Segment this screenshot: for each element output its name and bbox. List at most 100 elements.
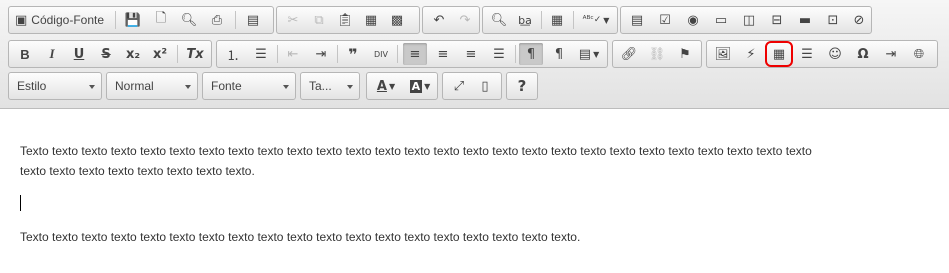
find-button[interactable]: 🔍︎ xyxy=(487,9,511,31)
div-container-icon: DIV xyxy=(374,49,388,59)
spellcheck-button[interactable]: ᴬᴮᶜ✓ ▼ xyxy=(579,9,613,31)
hidden-field-button[interactable]: ⊘ xyxy=(847,9,871,31)
separator xyxy=(515,45,516,63)
font-combo[interactable]: Fonte xyxy=(202,72,296,100)
align-left-button[interactable]: ≡ xyxy=(403,43,427,65)
ltr-button[interactable]: ¶ xyxy=(519,43,543,65)
clipboard-group: ✂ ⧉ 📋︎ ▦ ▩ xyxy=(276,6,420,34)
image-icon: 🖼︎ xyxy=(714,46,732,62)
paste-word-button[interactable]: ▩ xyxy=(385,9,409,31)
language-icon: ▤ xyxy=(578,46,592,62)
replace-button[interactable]: b͟a xyxy=(513,9,537,31)
rtl-icon: ¶ xyxy=(554,46,564,62)
align-right-button[interactable]: ≡ xyxy=(459,43,483,65)
align-center-button[interactable]: ≡ xyxy=(431,43,455,65)
unlink-button[interactable]: ⛓ xyxy=(645,43,669,65)
format-combo-label: Normal xyxy=(115,79,154,93)
document-source-icon: ▣ xyxy=(15,12,28,28)
italic-button[interactable]: I xyxy=(40,43,64,65)
unlink-icon: ⛓ xyxy=(648,46,666,62)
font-size-combo-label: Ta... xyxy=(309,79,332,93)
rtl-button[interactable]: ¶ xyxy=(547,43,571,65)
smiley-button[interactable]: ☺ xyxy=(823,43,847,65)
paste-text-button[interactable]: ▦ xyxy=(359,9,383,31)
textfield-button[interactable]: ▭ xyxy=(709,9,733,31)
subscript-button[interactable]: x₂ xyxy=(121,43,145,65)
paragraph-2: Texto texto texto texto texto texto text… xyxy=(20,230,581,244)
image-button-icon: ⊡ xyxy=(827,12,839,28)
preview-button[interactable]: 🔍︎ xyxy=(177,9,201,31)
blockquote-button[interactable]: ❞ xyxy=(341,43,365,65)
font-size-combo[interactable]: Ta... xyxy=(300,72,360,100)
flash-button[interactable]: ⚡ xyxy=(739,43,763,65)
image-button[interactable]: 🖼︎ xyxy=(711,43,735,65)
show-blocks-button[interactable]: ▯ xyxy=(473,75,497,97)
radio-button[interactable]: ◉ xyxy=(681,9,705,31)
maximize-button[interactable]: ⤢ xyxy=(447,75,471,97)
link-button[interactable]: 🔗︎ xyxy=(617,43,641,65)
underline-button[interactable]: U xyxy=(67,43,91,65)
strike-label: S xyxy=(101,46,111,62)
new-page-icon: 🗋 xyxy=(155,11,167,26)
table-button[interactable]: ▦ xyxy=(765,41,793,67)
image-button-field-button[interactable]: ⊡ xyxy=(821,9,845,31)
text-cursor xyxy=(20,195,21,211)
numbered-list-button[interactable]: ⒈ xyxy=(221,43,245,65)
page-break-button[interactable]: ⇥ xyxy=(879,43,903,65)
omega-icon: Ω xyxy=(857,46,869,62)
copy-button[interactable]: ⧉ xyxy=(307,9,331,31)
links-group: 🔗︎ ⛓ ⚑ xyxy=(612,40,702,68)
editor-toolbar: ▣ Código-Fonte 💾 🗋 🔍︎ ⎙ ▤ ✂ ⧉ 📋︎ ▦ ▩ ↶ ↷… xyxy=(0,0,949,109)
style-combo[interactable]: Estilo xyxy=(8,72,102,100)
text-color-button[interactable]: A ▼ xyxy=(370,75,402,97)
iframe-button[interactable]: 🌐︎ xyxy=(907,43,931,65)
anchor-button[interactable]: ⚑ xyxy=(673,43,697,65)
select-all-button[interactable]: ▦ xyxy=(545,9,569,31)
paste-button[interactable]: 📋︎ xyxy=(333,9,357,31)
save-button[interactable]: 💾 xyxy=(121,9,145,31)
format-combo[interactable]: Normal xyxy=(106,72,198,100)
smiley-icon: ☺ xyxy=(828,46,842,62)
templates-icon: ▤ xyxy=(246,12,260,28)
div-container-button[interactable]: DIV xyxy=(369,43,393,65)
superscript-button[interactable]: x² xyxy=(148,43,172,65)
redo-icon: ↷ xyxy=(459,12,471,28)
new-page-button[interactable]: 🗋 xyxy=(149,9,173,31)
tools-group: ⤢ ▯ xyxy=(442,72,502,100)
bulleted-list-button[interactable]: ☰ xyxy=(249,43,273,65)
radio-icon: ◉ xyxy=(687,12,699,28)
spellcheck-icon: ᴬᴮᶜ✓ xyxy=(582,15,602,25)
remove-format-button[interactable]: Tx xyxy=(183,43,207,65)
form-button[interactable]: ▤ xyxy=(625,9,649,31)
undo-button[interactable]: ↶ xyxy=(427,9,451,31)
redo-button[interactable]: ↷ xyxy=(453,9,477,31)
chevron-down-icon xyxy=(89,85,95,89)
print-button[interactable]: ⎙ xyxy=(205,9,229,31)
select-field-button[interactable]: ⊟ xyxy=(765,9,789,31)
separator xyxy=(235,11,236,29)
link-icon: 🔗︎ xyxy=(620,46,638,62)
button-field-button[interactable]: ▬ xyxy=(793,9,817,31)
checkbox-button[interactable]: ☑ xyxy=(653,9,677,31)
textarea-icon: ◫ xyxy=(742,12,756,28)
language-button[interactable]: ▤ ▼ xyxy=(573,43,605,65)
textarea-button[interactable]: ◫ xyxy=(737,9,761,31)
editor-content-area[interactable]: Texto texto texto texto texto texto text… xyxy=(0,109,949,273)
bold-button[interactable]: B xyxy=(13,43,37,65)
background-color-button[interactable]: A ▼ xyxy=(404,75,436,97)
cut-button[interactable]: ✂ xyxy=(281,9,305,31)
colors-group: A ▼ A ▼ xyxy=(366,72,438,100)
help-button[interactable]: ? xyxy=(510,75,534,97)
page-break-icon: ⇥ xyxy=(885,46,897,62)
show-blocks-icon: ▯ xyxy=(481,78,489,94)
source-button[interactable]: ▣ Código-Fonte xyxy=(11,9,111,31)
outdent-button[interactable]: ⇤ xyxy=(281,43,305,65)
special-char-button[interactable]: Ω xyxy=(851,43,875,65)
preview-icon: 🔍︎ xyxy=(180,12,198,28)
find-icon: 🔍︎ xyxy=(490,12,508,28)
justify-button[interactable]: ☰ xyxy=(487,43,511,65)
templates-button[interactable]: ▤ xyxy=(241,9,265,31)
horizontal-line-button[interactable]: ☰ xyxy=(795,43,819,65)
indent-button[interactable]: ⇥ xyxy=(309,43,333,65)
strike-button[interactable]: S xyxy=(94,43,118,65)
